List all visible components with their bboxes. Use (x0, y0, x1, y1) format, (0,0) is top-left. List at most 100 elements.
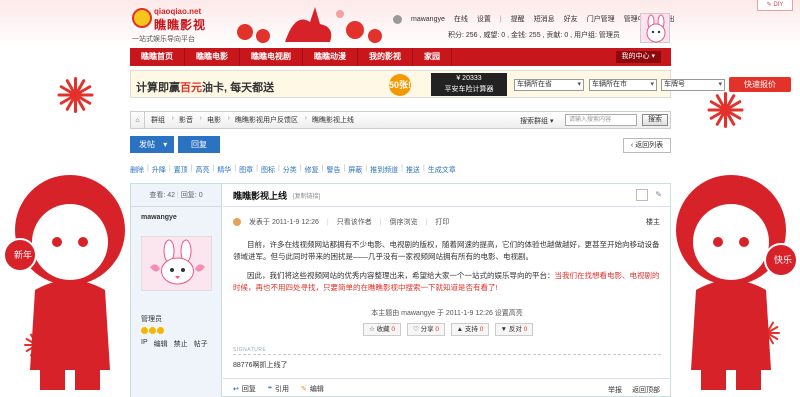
province-select[interactable]: 车辆所在省 (514, 79, 584, 91)
nav-item-home-space[interactable]: 家园 (413, 48, 452, 66)
mod-highlight[interactable]: 高亮 (195, 165, 209, 177)
rabbit-avatar-icon (646, 14, 666, 43)
post-paragraph: 目前，许多在线视频网站都拥有不少电影、电视剧的版权，随着网速的提高，它们的体验也… (233, 240, 660, 261)
header-avatar[interactable] (640, 13, 670, 43)
author-ip-link[interactable]: IP (141, 339, 148, 349)
settings-link[interactable]: 设置 (477, 14, 491, 24)
username-link[interactable]: mawangye (411, 16, 445, 23)
mod-bump[interactable]: 升降 (152, 165, 166, 177)
back-to-list-button[interactable]: ‹ 返回列表 (623, 138, 671, 153)
search-scope-select[interactable]: 搜索群组 ▾ (520, 116, 553, 126)
firework-decoration (22, 330, 52, 360)
chevron-down-icon: ▾ (163, 140, 168, 149)
mod-warn[interactable]: 警告 (326, 165, 340, 177)
post-paragraph-text: 因此，我们将这些视频网站的优秀内容整理出来，希望给大家一个一站式的娱乐导向的平台… (247, 271, 555, 280)
notices-link[interactable]: 提醒 (511, 14, 525, 24)
author-role: 管理员 (141, 316, 162, 323)
rabbit-banner-art (237, 7, 382, 43)
nav-item-tv[interactable]: 瞧瞧电视剧 (240, 48, 303, 66)
author-avatar[interactable] (141, 236, 212, 291)
author-posts-link[interactable]: 帖子 (194, 339, 208, 349)
nav-item-movies[interactable]: 瞧瞧电影 (185, 48, 240, 66)
footer-edit[interactable]: ✎ 编辑 (301, 384, 324, 394)
pen-icon[interactable]: ✎ (655, 190, 662, 199)
search-input[interactable]: 请输入搜索内容 (565, 114, 637, 126)
plate-input[interactable]: 车牌号 (661, 79, 725, 91)
city-select[interactable]: 车辆所在市 (589, 79, 657, 91)
my-center-label: 我的中心 (621, 53, 650, 60)
author-ban-link[interactable]: 禁止 (174, 339, 188, 349)
report-link[interactable]: 举报 (608, 385, 622, 395)
support-label: 支持 (464, 326, 478, 333)
search-scope-label: 搜索群组 (520, 118, 548, 125)
breadcrumb-item[interactable]: 瞧瞧影视用户反馈区 (235, 115, 307, 125)
print-link[interactable]: 打印 (435, 217, 449, 227)
back-arrow-icon: ‹ (630, 142, 634, 149)
ad-banner[interactable]: 计算即赢百元油卡, 每天都送 50张! ¥ 20333 平安车险计算器 车辆所在… (130, 70, 791, 98)
site-logo[interactable]: qiaoqiao.net 瞧瞧影视 一站式娱乐导向平台 (132, 6, 222, 44)
my-center-button[interactable]: 我的中心 ▾ (615, 51, 661, 63)
favorite-button[interactable]: ☆ 收藏 0 (363, 323, 401, 336)
mod-icon[interactable]: 图标 (261, 165, 275, 177)
firework-decoration (700, 85, 750, 135)
footer-quote[interactable]: ❝ 引用 (268, 384, 289, 394)
firework-decoration (752, 318, 782, 348)
copy-link[interactable]: [复制链接] (293, 191, 320, 200)
only-author-link[interactable]: 只看该作者 (337, 217, 372, 227)
diy-button[interactable]: ✎ DIY (757, 0, 793, 11)
mod-push-channel[interactable]: 推到频道 (370, 165, 398, 177)
mod-push[interactable]: 推送 (406, 165, 420, 177)
quote-button[interactable]: 快速报价 (729, 77, 791, 92)
online-status[interactable]: 在线 (454, 14, 468, 24)
mod-block[interactable]: 屏蔽 (348, 165, 362, 177)
home-icon[interactable]: ⌂ (131, 112, 145, 128)
post-body: 目前，许多在线视频网站都拥有不少电影、电视剧的版权，随着网速的提高，它们的体验也… (233, 239, 661, 301)
oppose-count: 0 (523, 326, 528, 333)
reverse-order-link[interactable]: 倒序浏览 (390, 217, 418, 227)
new-post-button[interactable]: 发帖 ▾ (130, 136, 174, 153)
favorite-count: 0 (391, 326, 396, 333)
author-edit-link[interactable]: 编辑 (154, 339, 168, 349)
floor-label: 楼主 (646, 219, 660, 226)
ad-text: 计算即赢百元油卡, 每天都送 (136, 79, 274, 95)
share-button[interactable]: ♡ 分享 0 (407, 323, 445, 336)
post-container: 查看: 42 | 回复: 0 mawangye 管理员 IP 编辑 禁止 帖子 (130, 183, 671, 397)
reply-button[interactable]: 回复 (178, 136, 220, 153)
nav-item-my-videos[interactable]: 我的影视 (358, 48, 413, 66)
mod-category[interactable]: 分类 (283, 165, 297, 177)
post-date: 发表于 2011-1-9 12:26 (249, 219, 319, 226)
nav-item-anime[interactable]: 瞧瞧动漫 (303, 48, 358, 66)
author-ops: IP 编辑 禁止 帖子 (141, 339, 208, 349)
portal-admin-link[interactable]: 门户管理 (587, 14, 615, 24)
breadcrumb-current: 瞧瞧影视上线 (312, 117, 354, 124)
mod-stamp[interactable]: 图章 (239, 165, 253, 177)
breadcrumb-item[interactable]: 群组 (151, 115, 174, 125)
mod-delete[interactable]: 删除 (130, 165, 144, 177)
post-footer: ↩ 回复 ❝ 引用 ✎ 编辑 举报 返回顶部 (223, 378, 670, 397)
oppose-button[interactable]: ▼ 反对 0 (495, 323, 533, 336)
mod-stick[interactable]: 置顶 (174, 165, 188, 177)
mod-create-article[interactable]: 生成文章 (428, 165, 456, 177)
mod-digest[interactable]: 精华 (217, 165, 231, 177)
footer-reply[interactable]: ↩ 回复 (233, 384, 256, 394)
main-nav: 瞧瞧首页 瞧瞧电影 瞧瞧电视剧 瞧瞧动漫 我的影视 家园 我的中心 ▾ (130, 48, 671, 66)
author-name[interactable]: mawangye (141, 214, 177, 221)
messages-link[interactable]: 短消息 (534, 14, 555, 24)
search-button[interactable]: 搜索 (642, 114, 668, 126)
support-button[interactable]: ▲ 支持 0 (451, 323, 489, 336)
nav-item-home[interactable]: 瞧瞧首页 (130, 48, 185, 66)
rabbit-avatar-icon (150, 239, 205, 285)
checkbox-icon[interactable] (636, 189, 648, 201)
back-to-top-link[interactable]: 返回顶部 (632, 385, 660, 395)
header-background (0, 0, 800, 48)
post-title: 瞧瞧影视上线 (233, 190, 288, 201)
reactions-bar: ☆ 收藏 0 ♡ 分享 0 ▲ 支持 0 ▼ 反对 0 (363, 323, 533, 336)
signature-divider (233, 354, 661, 355)
breadcrumb-item[interactable]: 电影 (207, 115, 230, 125)
breadcrumb-item[interactable]: 影音 (179, 115, 202, 125)
signature-label: SIGNATURE (233, 347, 267, 353)
friends-link[interactable]: 好友 (564, 14, 578, 24)
mod-repair[interactable]: 修复 (305, 165, 319, 177)
user-icon (393, 14, 402, 24)
logo-face-icon (132, 8, 152, 28)
